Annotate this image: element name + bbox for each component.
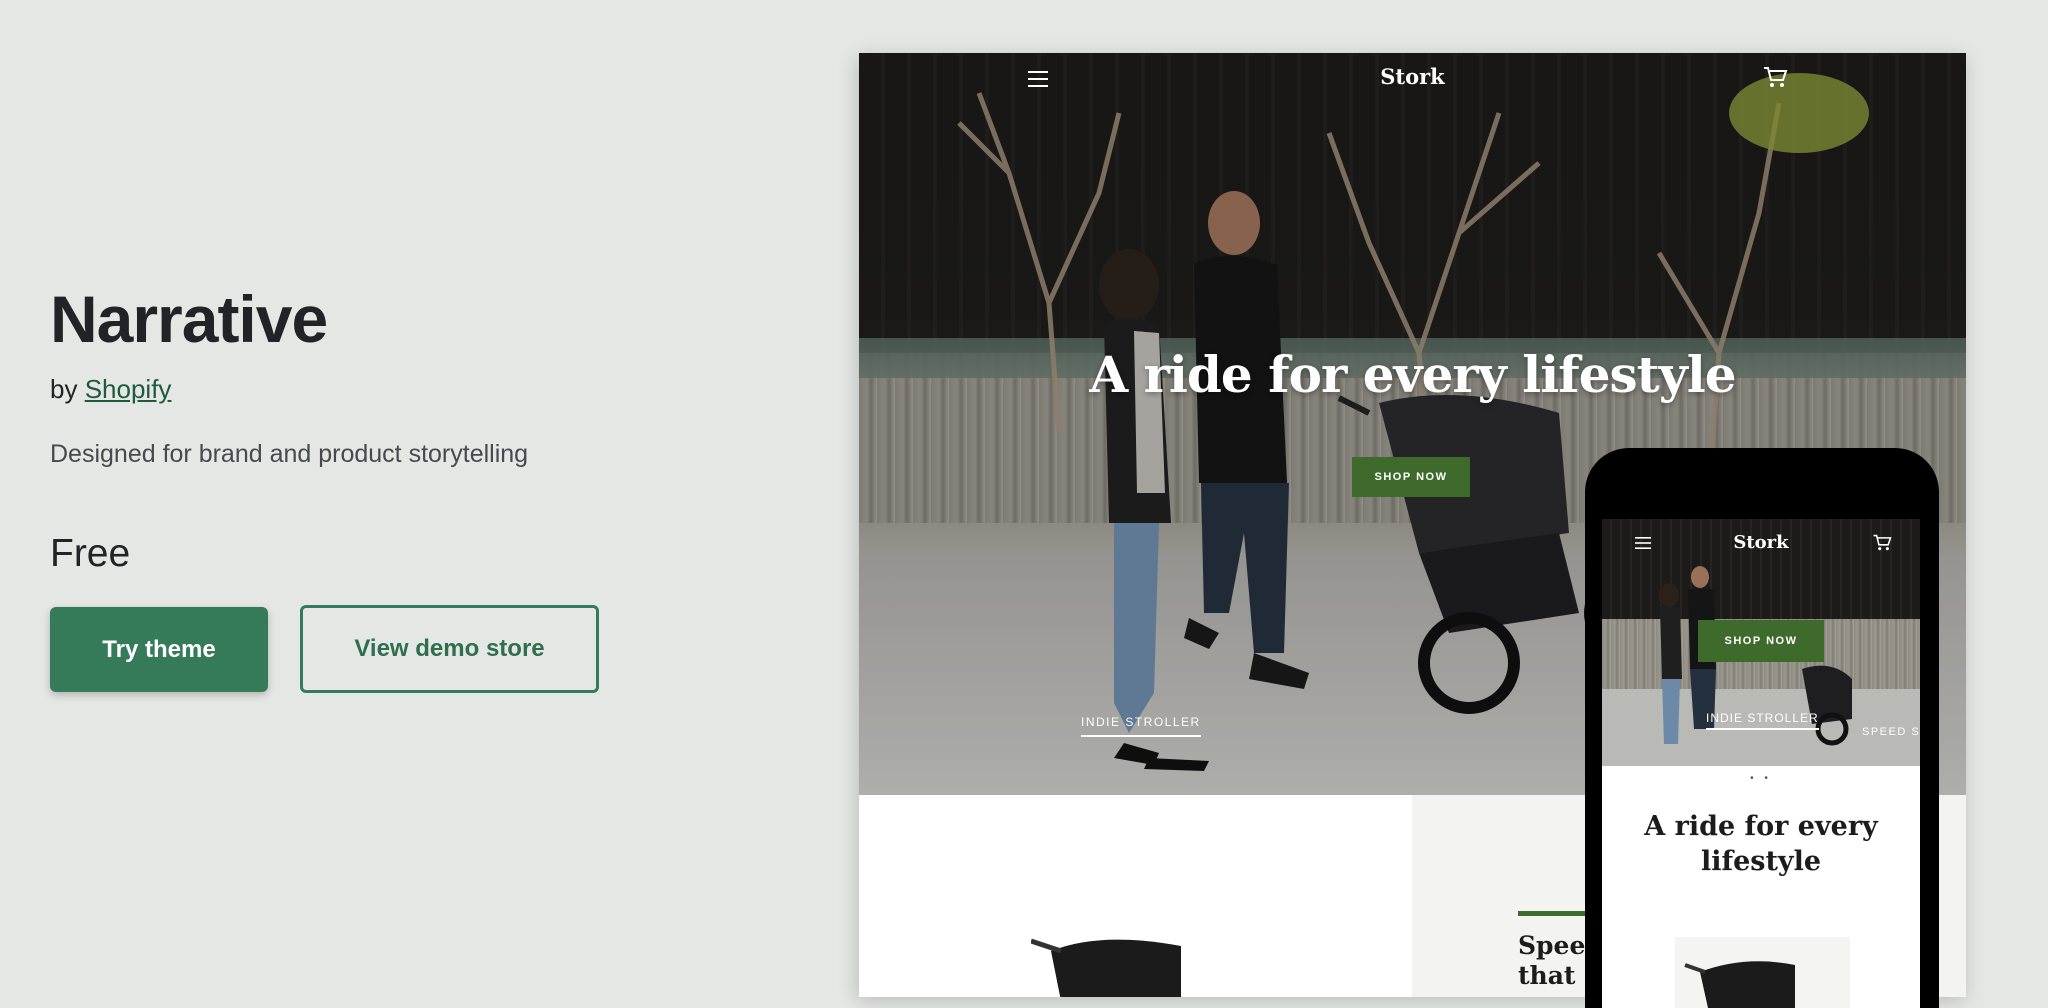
byline-prefix: by: [50, 374, 78, 404]
accent-bar: [1518, 911, 1588, 916]
slideshow-dots[interactable]: • •: [1602, 773, 1920, 784]
mobile-indie-stroller-link[interactable]: INDIE STROLLER: [1706, 711, 1819, 730]
mobile-stroller-image: [1684, 961, 1795, 1008]
shop-now-button[interactable]: SHOP NOW: [1352, 457, 1470, 497]
cart-icon[interactable]: [1762, 65, 1788, 89]
mobile-speed-stroller-link[interactable]: SPEED ST: [1862, 726, 1920, 738]
store-brand[interactable]: Stork: [859, 64, 1966, 89]
stroller-product-image: [1031, 938, 1181, 997]
mobile-hero-image: Stork SHOP NOW INDIE STROLLER SPEED ST: [1602, 519, 1920, 766]
author-link[interactable]: Shopify: [85, 374, 172, 404]
mobile-product-card: [1675, 937, 1850, 1008]
theme-byline: by Shopify: [50, 374, 171, 405]
theme-tagline: Designed for brand and product storytell…: [50, 440, 529, 468]
mobile-heading: A ride for every lifestyle: [1644, 811, 1878, 877]
try-theme-button[interactable]: Try theme: [50, 607, 268, 692]
mobile-cart-icon[interactable]: [1872, 533, 1892, 552]
mobile-screen: Stork SHOP NOW INDIE STROLLER SPEED ST •…: [1602, 519, 1920, 1008]
indie-stroller-link[interactable]: INDIE STROLLER: [1081, 715, 1201, 737]
mobile-preview[interactable]: Stork SHOP NOW INDIE STROLLER SPEED ST •…: [1585, 448, 1939, 1008]
theme-price: Free: [50, 532, 131, 575]
mobile-shop-now-button[interactable]: SHOP NOW: [1698, 620, 1824, 662]
theme-title: Narrative: [50, 282, 328, 356]
view-demo-store-button[interactable]: View demo store: [300, 605, 599, 693]
hero-headline: A ride for every lifestyle: [1089, 345, 1736, 404]
